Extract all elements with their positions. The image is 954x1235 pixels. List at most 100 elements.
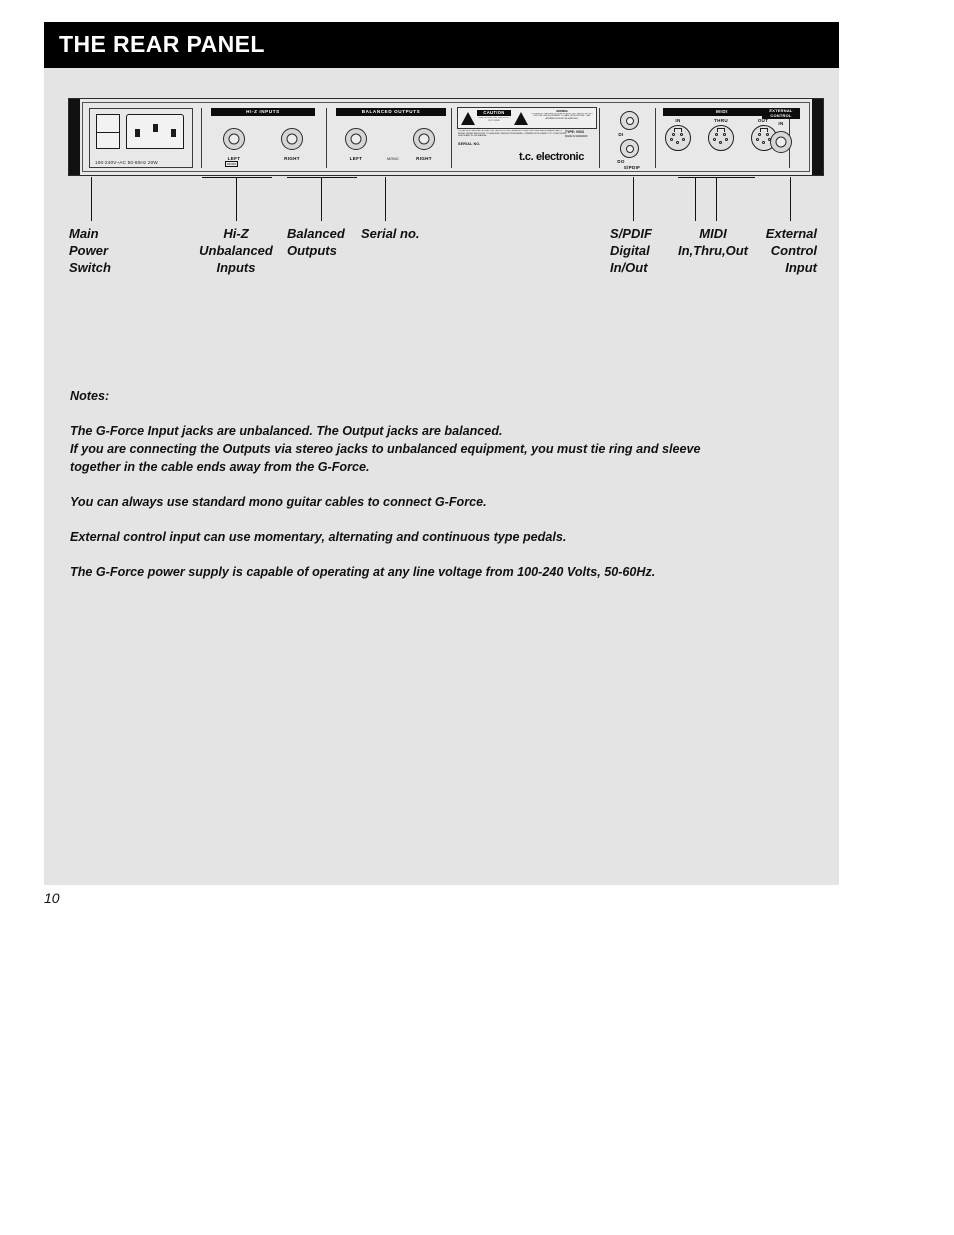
page-number: 10 — [44, 890, 60, 906]
midi-thru-din-jack[interactable] — [708, 125, 734, 151]
callout-line: S/PDIF — [610, 226, 652, 241]
midi-in-din-jack[interactable] — [665, 125, 691, 151]
balanced-output-right-jack[interactable] — [413, 128, 435, 150]
notes-paragraph: The G-Force Input jacks are unbalanced. … — [70, 422, 800, 476]
panel-chassis: 100-240V~AC 50-60Hz 20W HI-Z INPUTS LEFT… — [68, 98, 824, 176]
iec-pin-left — [135, 129, 140, 137]
spdif-digital-in-label: DI — [618, 132, 624, 137]
page-title: THE REAR PANEL — [59, 31, 265, 57]
callout-line: Switch — [69, 260, 111, 275]
din-pin — [676, 141, 679, 144]
leader-hiz-stem — [236, 177, 238, 221]
din-pin — [758, 133, 761, 136]
iec-mains-inlet-icon — [126, 114, 184, 149]
iec-pin-earth — [153, 124, 158, 132]
external-control-jack[interactable] — [770, 131, 792, 153]
rack-ear-left — [69, 99, 80, 175]
callout-line: Inputs — [216, 260, 256, 275]
din-pin — [719, 141, 722, 144]
warning-body-text: TO REDUCE THE RISK OF FIRE OR ELECTRIC S… — [530, 112, 594, 120]
type-designation: TYPE: V003 — [565, 130, 584, 134]
leader-main-power — [91, 177, 93, 221]
callout-line: In/Out — [610, 260, 648, 275]
spdif-group-label: S/PDIF — [623, 165, 641, 170]
serial-number-label: SERIAL NO. — [458, 142, 481, 146]
section-divider-2 — [326, 108, 327, 168]
rear-panel-diagram: 100-240V~AC 50-60Hz 20W HI-Z INPUTS LEFT… — [68, 98, 824, 176]
caution-word: CAUTION — [477, 110, 511, 116]
balanced-output-left-label: LEFT — [349, 156, 363, 161]
notes-line: together in the cable ends away from the… — [70, 460, 370, 474]
notes-spacer — [70, 546, 800, 563]
leader-spdif — [633, 177, 635, 221]
leader-external-control — [790, 177, 792, 221]
notes-spacer — [70, 405, 800, 422]
power-rocker-switch[interactable] — [96, 114, 120, 149]
din-pin — [682, 138, 685, 141]
din-pin — [766, 133, 769, 136]
balanced-output-left-jack[interactable] — [345, 128, 367, 150]
midi-in-label: IN — [675, 118, 681, 123]
din-pin — [680, 133, 683, 136]
midi-thru-label: THRU — [714, 118, 728, 123]
callout-external-control-input: External Control Input — [712, 225, 817, 276]
hiz-input-right-label: RIGHT — [284, 156, 300, 161]
section-title-bar: THE REAR PANEL — [44, 22, 839, 68]
din-pin — [715, 133, 718, 136]
external-control-in-label: IN — [778, 121, 784, 126]
mains-power-section: 100-240V~AC 50-60Hz 20W — [89, 108, 193, 168]
external-control-badge: EXTERNAL CONTROL — [762, 108, 800, 119]
notes-line: External control input can use momentary… — [70, 530, 567, 544]
callout-line: Input — [785, 260, 817, 275]
leader-midi-stem2 — [716, 177, 718, 221]
callout-balanced-outputs: Balanced Outputs — [287, 225, 345, 259]
din-notch — [717, 127, 725, 132]
balanced-outputs-mono-label: MONO — [387, 157, 399, 161]
callout-hiz-unbalanced-inputs: Hi-Z Unbalanced Inputs — [182, 225, 290, 276]
callout-spdif-digital: S/PDIF Digital In/Out — [610, 225, 652, 276]
callout-line: Main — [69, 226, 99, 241]
din-pin — [725, 138, 728, 141]
callout-main-power-switch: Main Power Switch — [69, 225, 111, 276]
hiz-input-right-jack[interactable] — [281, 128, 303, 150]
rack-ear-right — [812, 99, 823, 175]
leader-serial — [385, 177, 387, 221]
section-divider-3 — [451, 108, 452, 168]
spdif-digital-in-jack[interactable] — [620, 111, 639, 130]
hiz-input-left-jack[interactable] — [223, 128, 245, 150]
notes-section: Notes: The G-Force Input jacks are unbal… — [70, 387, 800, 581]
callout-line: Digital — [610, 243, 650, 258]
notes-paragraph: You can always use standard mono guitar … — [70, 493, 800, 511]
callout-line: Balanced — [287, 226, 345, 241]
compliance-label-block: CAUTION RISK OF ELECTRIC SHOCK DO NOT OP… — [457, 107, 597, 169]
caution-warning-box: CAUTION RISK OF ELECTRIC SHOCK DO NOT OP… — [457, 107, 597, 129]
notes-paragraph: External control input can use momentary… — [70, 528, 800, 546]
callout-line: External — [765, 226, 817, 241]
hiz-inputs-header: HI-Z INPUTS — [211, 108, 315, 116]
notes-line: You can always use standard mono guitar … — [70, 495, 487, 509]
mains-rating-text: 100-240V~AC 50-60Hz 20W — [95, 160, 158, 165]
page-content-block: THE REAR PANEL 100-240V~AC 50-60Hz 20W H… — [44, 22, 839, 885]
callout-line: Unbalanced — [199, 243, 273, 258]
callout-line: Outputs — [287, 243, 337, 258]
leader-midi-stem1 — [695, 177, 697, 221]
notes-heading: Notes: — [70, 389, 110, 403]
notes-spacer — [70, 511, 800, 528]
made-in-text: MADE IN DENMARK — [565, 135, 588, 138]
notes-paragraph: The G-Force power supply is capable of o… — [70, 563, 800, 581]
din-pin — [670, 138, 673, 141]
callout-line: Hi-Z — [223, 226, 249, 241]
warning-triangle-icon-left — [461, 112, 475, 125]
callout-line: Control — [770, 243, 817, 258]
balanced-outputs-header: BALANCED OUTPUTS — [336, 108, 446, 116]
callout-line: Serial no. — [361, 226, 420, 241]
notes-line: The G-Force power supply is capable of o… — [70, 565, 656, 579]
spdif-digital-out-jack[interactable] — [620, 139, 639, 158]
din-pin — [672, 133, 675, 136]
section-divider-1 — [201, 108, 202, 168]
din-notch — [760, 127, 768, 132]
din-pin — [762, 141, 765, 144]
iec-pin-right — [171, 129, 176, 137]
hiz-input-mono-sublabel: MONO — [225, 161, 239, 167]
warning-triangle-icon-right — [514, 112, 528, 125]
